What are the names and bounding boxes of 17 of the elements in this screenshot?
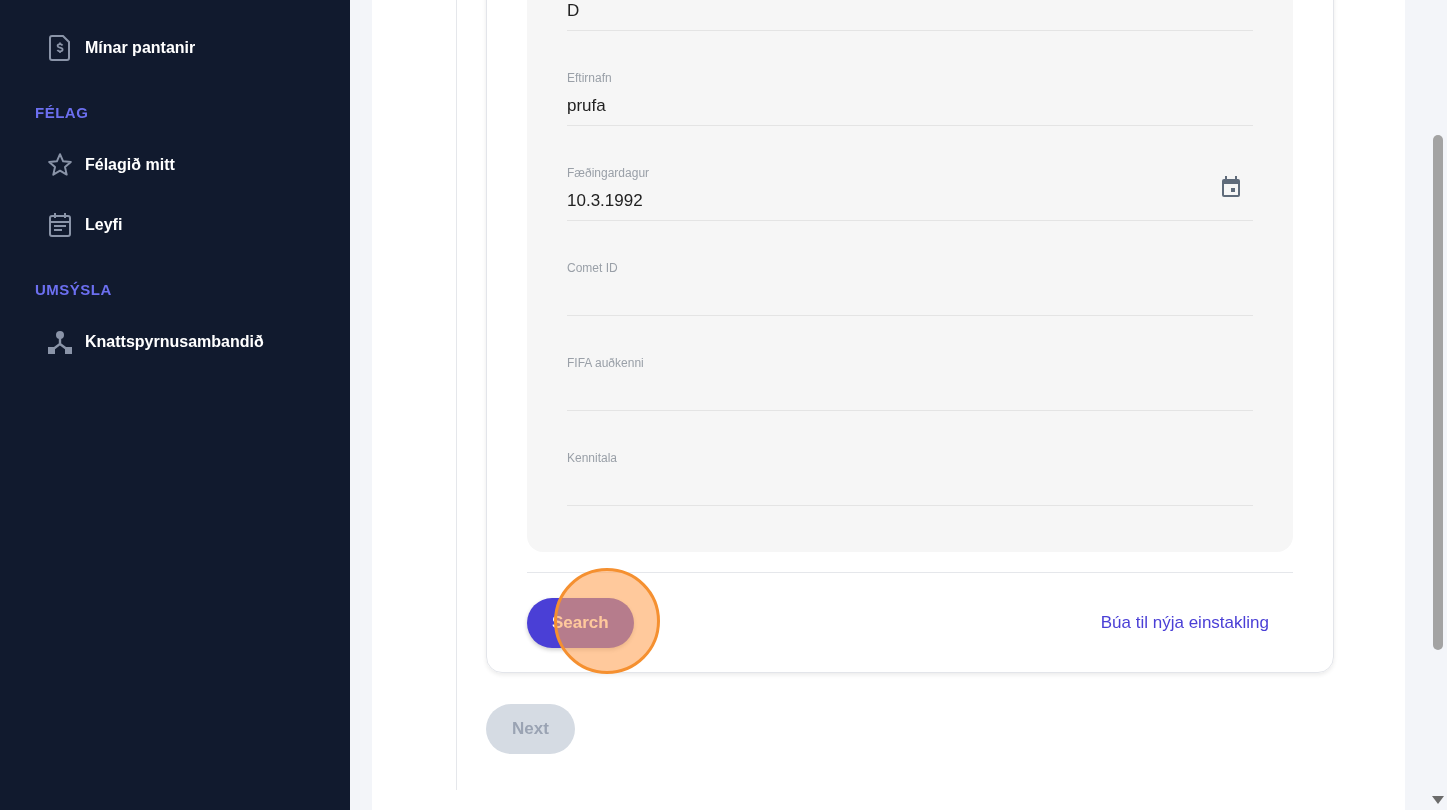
sidebar-item[interactable]: Knattspyrnusambandið [35, 322, 350, 362]
sidebar-item[interactable]: Mínar pantanir [35, 28, 350, 68]
scroll-down-icon[interactable] [1432, 796, 1444, 804]
date-field[interactable]: Fæðingardagur 10.3.1992 [567, 126, 1253, 221]
nav-section-heading: UMSÝSLA [35, 281, 113, 299]
calendar-icon [48, 212, 72, 238]
scrollbar-thumb[interactable] [1433, 135, 1443, 650]
network-icon [47, 330, 73, 354]
calendar-icon[interactable] [1221, 176, 1241, 198]
nav-section-heading: FÉLAG [35, 104, 90, 122]
input-field[interactable]: D [567, 0, 1253, 31]
star-icon [47, 152, 73, 178]
invoice-icon [49, 35, 71, 61]
sidebar-item[interactable]: Félagið mitt [35, 145, 350, 185]
sidebar-item[interactable]: Leyfi [35, 205, 350, 245]
input-field[interactable]: Eftirnafn prufa [567, 31, 1253, 126]
create-person-link[interactable]: Búa til nýja einstakling [1100, 612, 1269, 633]
